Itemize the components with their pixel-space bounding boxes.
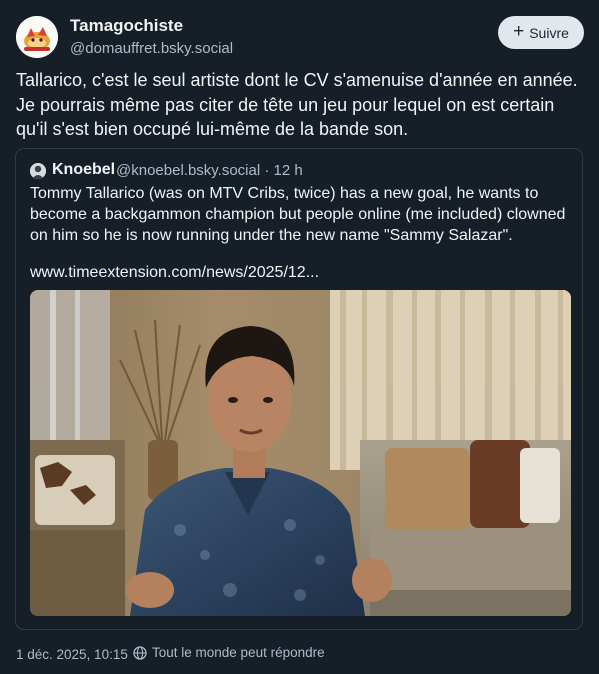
- author-handle: @domauffret.bsky.social: [70, 40, 234, 57]
- quote-author-avatar[interactable]: [30, 163, 46, 179]
- avatar-image: [16, 16, 58, 58]
- globe-icon: [133, 645, 147, 660]
- quote-time-ago: 12 h: [273, 162, 303, 179]
- author-display-name[interactable]: Tamagochiste: [70, 16, 183, 36]
- post-text: Tallarico, c'est le seul artiste dont le…: [16, 70, 578, 139]
- quoted-post[interactable]: Knoebel @knoebel.bsky.social · 12 h Tomm…: [15, 148, 583, 630]
- follow-button[interactable]: + Suivre: [498, 16, 584, 49]
- meta-separator: ·: [264, 162, 270, 179]
- author-avatar[interactable]: [16, 16, 58, 58]
- quote-author-handle: @knoebel.bsky.social: [116, 162, 261, 179]
- post-card: Tamagochiste @domauffret.bsky.social + S…: [0, 0, 599, 674]
- reply-settings-label: Tout le monde peut répondre: [152, 645, 325, 660]
- follow-button-label: Suivre: [529, 24, 569, 41]
- quote-link[interactable]: www.timeextension.com/news/2025/12...: [30, 264, 319, 282]
- media-illustration: [30, 290, 571, 616]
- quote-text: Tommy Tallarico (was on MTV Cribs, twice…: [30, 185, 566, 244]
- reply-settings[interactable]: Tout le monde peut répondre: [133, 645, 325, 660]
- post-timestamp: 1 déc. 2025, 10:15: [16, 647, 128, 662]
- quote-media-image[interactable]: [30, 290, 571, 616]
- plus-icon: +: [513, 21, 525, 42]
- quote-meta: @knoebel.bsky.social · 12 h: [116, 162, 303, 179]
- quote-author-name[interactable]: Knoebel: [52, 161, 115, 179]
- quote-avatar-image: [30, 163, 46, 179]
